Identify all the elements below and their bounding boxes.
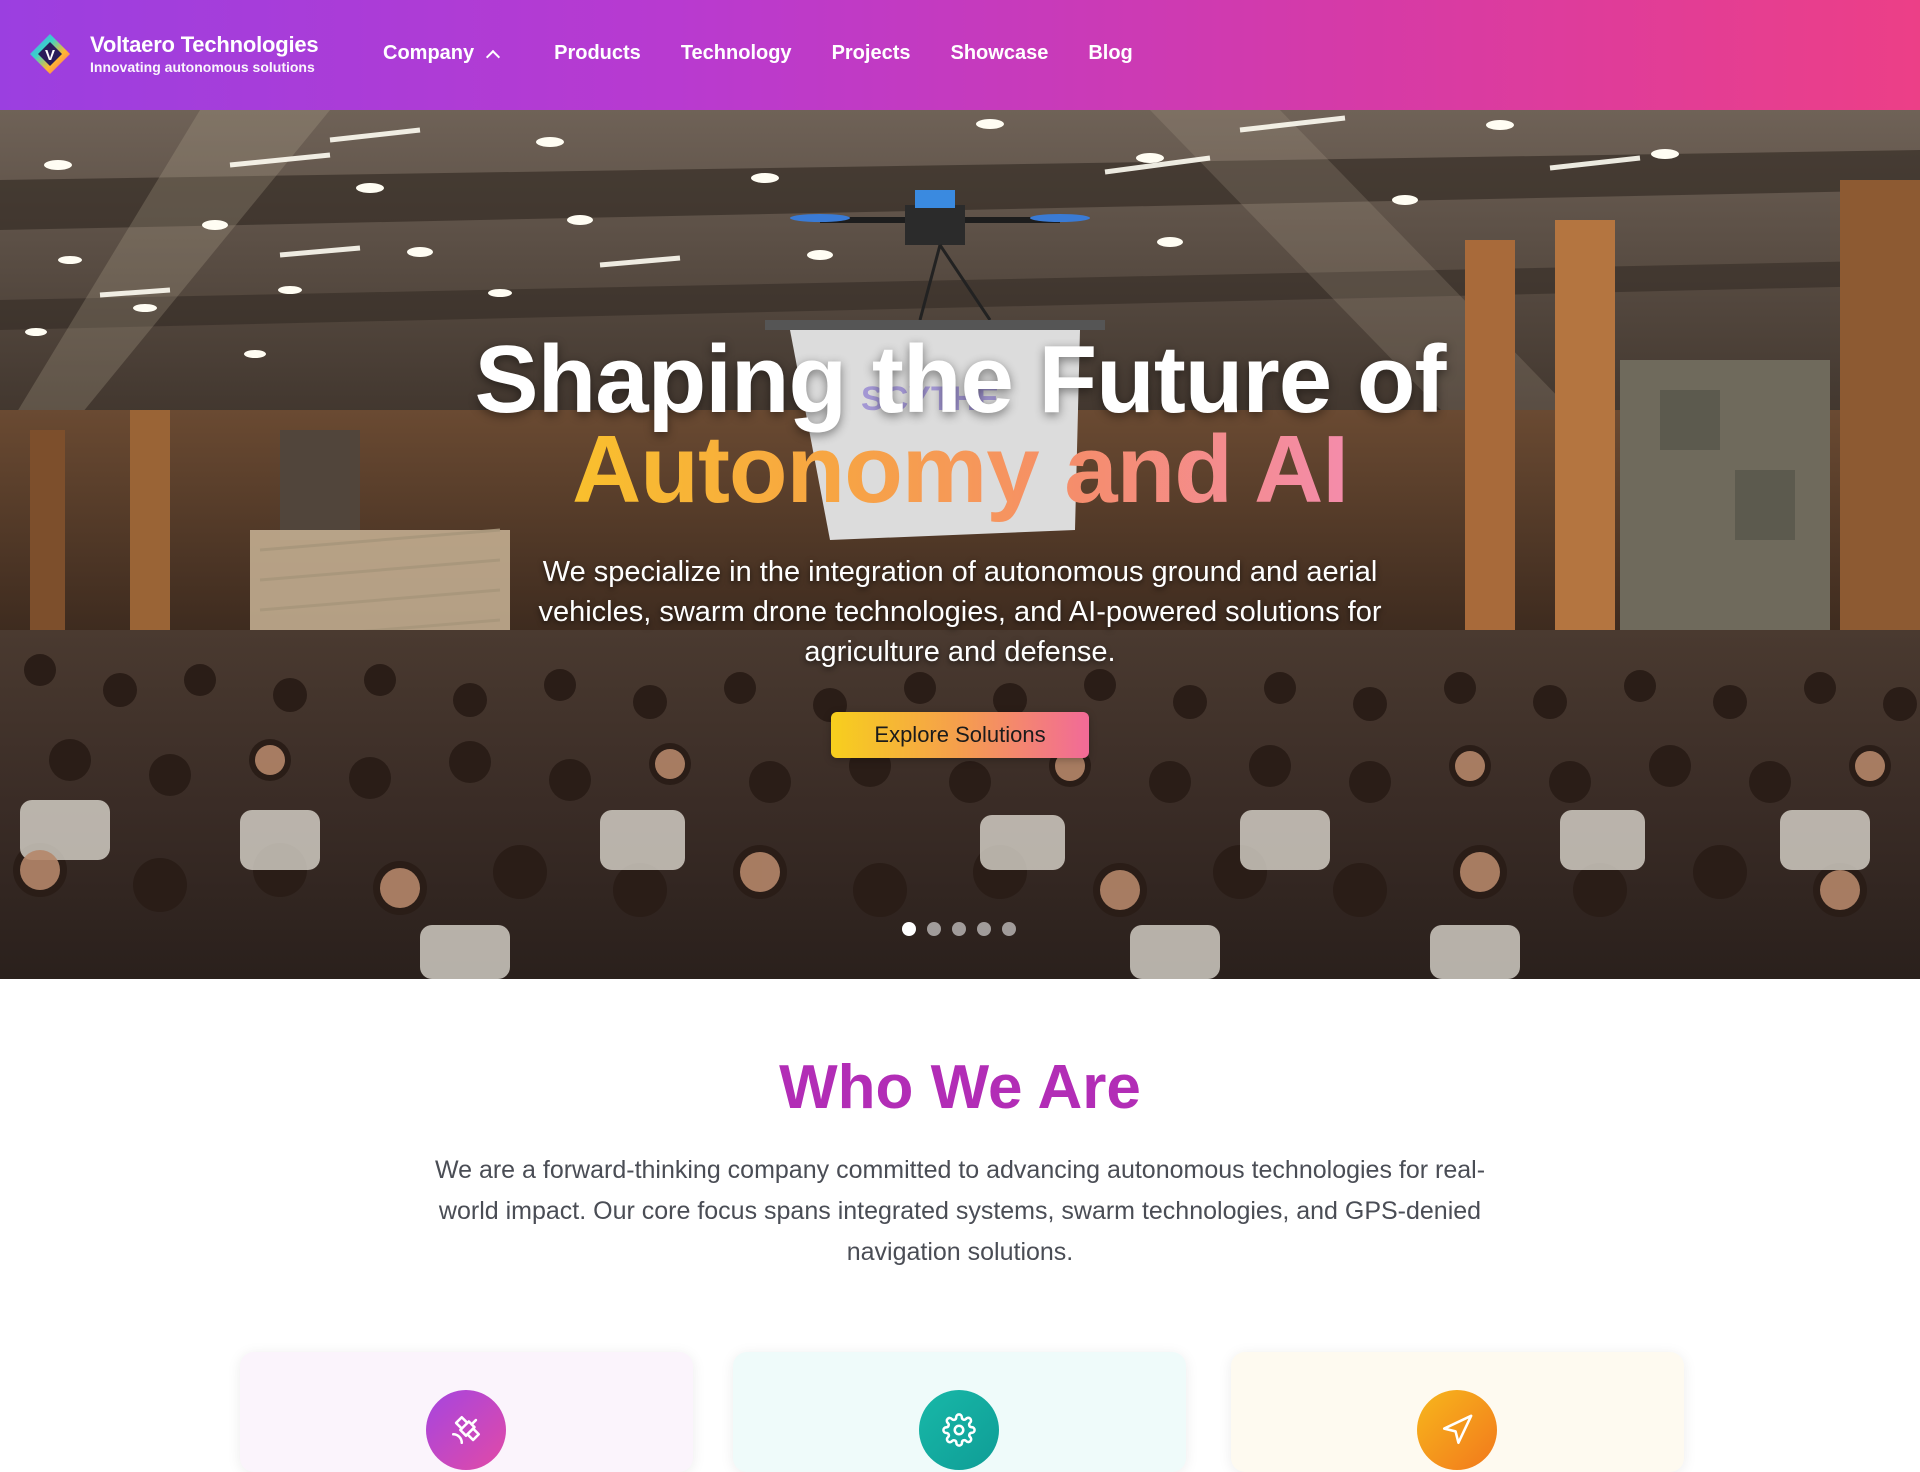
nav-item-label: Projects xyxy=(831,42,911,64)
carousel-dot-5[interactable] xyxy=(1002,922,1016,936)
section-title: Who We Are xyxy=(779,1053,1141,1122)
brand[interactable]: V Voltaero Technologies Innovating auton… xyxy=(28,32,319,76)
hero-title-highlight: Autonomy and AI xyxy=(571,416,1349,523)
gear-icon xyxy=(919,1390,999,1470)
brand-name: Voltaero Technologies xyxy=(90,32,319,57)
section-description: We are a forward-thinking company commit… xyxy=(434,1156,1486,1266)
nav-item-label: Technology xyxy=(680,42,792,64)
feature-card[interactable] xyxy=(733,1352,1186,1472)
carousel-dot-1[interactable] xyxy=(902,922,916,936)
carousel-dot-2[interactable] xyxy=(927,922,941,936)
feature-cards xyxy=(240,1352,1724,1472)
voltaero-logo-icon: V xyxy=(28,32,72,76)
explore-solutions-button[interactable]: Explore Solutions xyxy=(831,712,1089,758)
nav-item-label: Blog xyxy=(1088,42,1133,64)
nav-item-label: Products xyxy=(554,42,641,64)
navigation-icon xyxy=(1417,1390,1497,1470)
nav-item-showcase[interactable]: Showcase xyxy=(951,42,1049,65)
hero-title: Shaping the Future of Autonomy and AI xyxy=(0,332,1920,518)
main-nav: Company Products Technology Projects Sho… xyxy=(383,42,1173,65)
hero-background-image: SCYTHE xyxy=(0,110,1920,979)
top-navbar: V Voltaero Technologies Innovating auton… xyxy=(0,0,1920,110)
nav-item-label: Company xyxy=(383,42,475,64)
nav-item-company[interactable]: Company xyxy=(383,42,501,65)
hero-carousel: SCYTHE Shaping the Future of Autonomy an… xyxy=(0,110,1920,979)
svg-text:V: V xyxy=(45,47,55,64)
carousel-dot-3[interactable] xyxy=(952,922,966,936)
carousel-indicators xyxy=(902,922,1027,936)
feature-card[interactable] xyxy=(240,1352,693,1472)
feature-card[interactable] xyxy=(1231,1352,1684,1472)
carousel-dot-4[interactable] xyxy=(977,922,991,936)
nav-item-projects[interactable]: Projects xyxy=(832,42,911,65)
hero-subtitle: We specialize in the integration of auto… xyxy=(538,556,1382,668)
nav-item-label: Showcase xyxy=(950,42,1049,64)
nav-item-products[interactable]: Products xyxy=(554,42,641,65)
satellite-icon xyxy=(426,1390,506,1470)
nav-item-blog[interactable]: Blog xyxy=(1088,42,1132,65)
nav-item-technology[interactable]: Technology xyxy=(681,42,792,65)
brand-tagline: Innovating autonomous solutions xyxy=(90,59,315,75)
chevron-up-icon xyxy=(486,49,501,64)
